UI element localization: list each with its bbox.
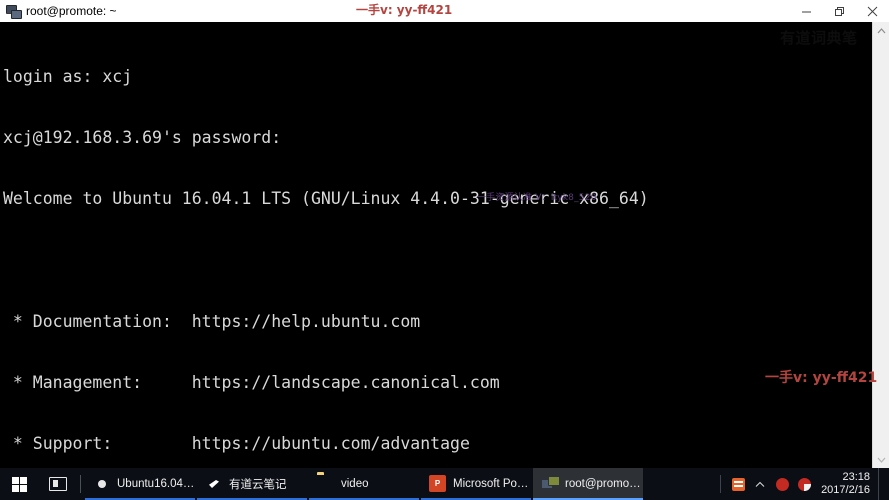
window-controls bbox=[790, 0, 889, 22]
terminal-line: * Support: https://ubuntu.com/advantage bbox=[3, 434, 470, 454]
show-hidden-icons-chevron-up-icon[interactable] bbox=[749, 468, 771, 500]
taskbar-item-label: Ubuntu16.04.01_6... bbox=[117, 478, 195, 490]
terminal-scrollbar[interactable] bbox=[872, 22, 889, 468]
clock-time: 23:18 bbox=[842, 471, 870, 483]
desktop-screen: root@promote: ~ login as: xcj xcj@192.16… bbox=[0, 0, 889, 500]
taskbar-item-virtualbox[interactable]: Ubuntu16.04.01_6... bbox=[85, 468, 195, 500]
terminal-line: login as: xcj bbox=[3, 66, 133, 86]
powerpoint-icon: P bbox=[429, 475, 447, 493]
sogou-input-icon[interactable] bbox=[727, 468, 749, 500]
minimize-button[interactable] bbox=[790, 0, 823, 22]
virtualbox-icon bbox=[93, 475, 111, 493]
taskbar-item-label: video bbox=[341, 478, 369, 490]
tray-divider bbox=[720, 475, 722, 493]
app-red-disc-icon[interactable] bbox=[793, 468, 815, 500]
maximize-restore-button[interactable] bbox=[823, 0, 856, 22]
scrollbar-up-arrow[interactable] bbox=[873, 22, 889, 39]
taskbar-item-label: 有道云笔记 bbox=[229, 479, 287, 491]
close-button[interactable] bbox=[856, 0, 889, 22]
terminal-line: * Documentation: https://help.ubuntu.com bbox=[3, 311, 421, 331]
taskbar-divider bbox=[80, 475, 81, 493]
task-view-icon bbox=[49, 477, 67, 491]
terminal-line: * Management: https://landscape.canonica… bbox=[3, 372, 500, 392]
window-titlebar[interactable]: root@promote: ~ bbox=[0, 0, 889, 22]
taskbar-item-video-folder[interactable]: video bbox=[309, 468, 419, 500]
taskbar-item-label: root@promote: ~ bbox=[565, 478, 643, 490]
scrollbar-down-arrow[interactable] bbox=[873, 451, 889, 468]
task-view-button[interactable] bbox=[38, 468, 78, 500]
putty-icon bbox=[541, 475, 560, 493]
window-title: root@promote: ~ bbox=[26, 4, 117, 18]
terminal-text: login as: xcj xcj@192.168.3.69's passwor… bbox=[0, 22, 872, 468]
taskbar-item-label: Microsoft PowerP... bbox=[453, 478, 531, 490]
windows-taskbar: Ubuntu16.04.01_6... 有道云笔记 video P Micros… bbox=[0, 468, 889, 500]
windows-logo-icon bbox=[11, 476, 27, 492]
taskbar-item-powerpoint[interactable]: P Microsoft PowerP... bbox=[421, 468, 531, 500]
show-desktop-button[interactable] bbox=[878, 468, 885, 500]
youdao-note-icon bbox=[205, 475, 223, 493]
taskbar-item-putty-session[interactable]: root@promote: ~ bbox=[533, 468, 643, 500]
titlebar-left: root@promote: ~ bbox=[0, 3, 790, 19]
terminal-line: xcj@192.168.3.69's password: bbox=[3, 128, 282, 148]
app-red-icon[interactable] bbox=[771, 468, 793, 500]
folder-icon bbox=[317, 475, 335, 493]
scrollbar-thumb[interactable] bbox=[873, 39, 889, 451]
system-tray: 23:18 2017/2/16 bbox=[718, 468, 889, 500]
taskbar-item-youdao-note[interactable]: 有道云笔记 bbox=[197, 468, 307, 500]
start-button[interactable] bbox=[0, 468, 38, 500]
taskbar-clock[interactable]: 23:18 2017/2/16 bbox=[815, 468, 878, 500]
taskbar-items: Ubuntu16.04.01_6... 有道云笔记 video P Micros… bbox=[85, 468, 718, 500]
clock-date: 2017/2/16 bbox=[821, 484, 870, 496]
terminal-line: Welcome to Ubuntu 16.04.1 LTS (GNU/Linux… bbox=[3, 189, 649, 209]
terminal-output-area[interactable]: login as: xcj xcj@192.168.3.69's passwor… bbox=[0, 22, 872, 468]
putty-icon bbox=[5, 3, 22, 19]
